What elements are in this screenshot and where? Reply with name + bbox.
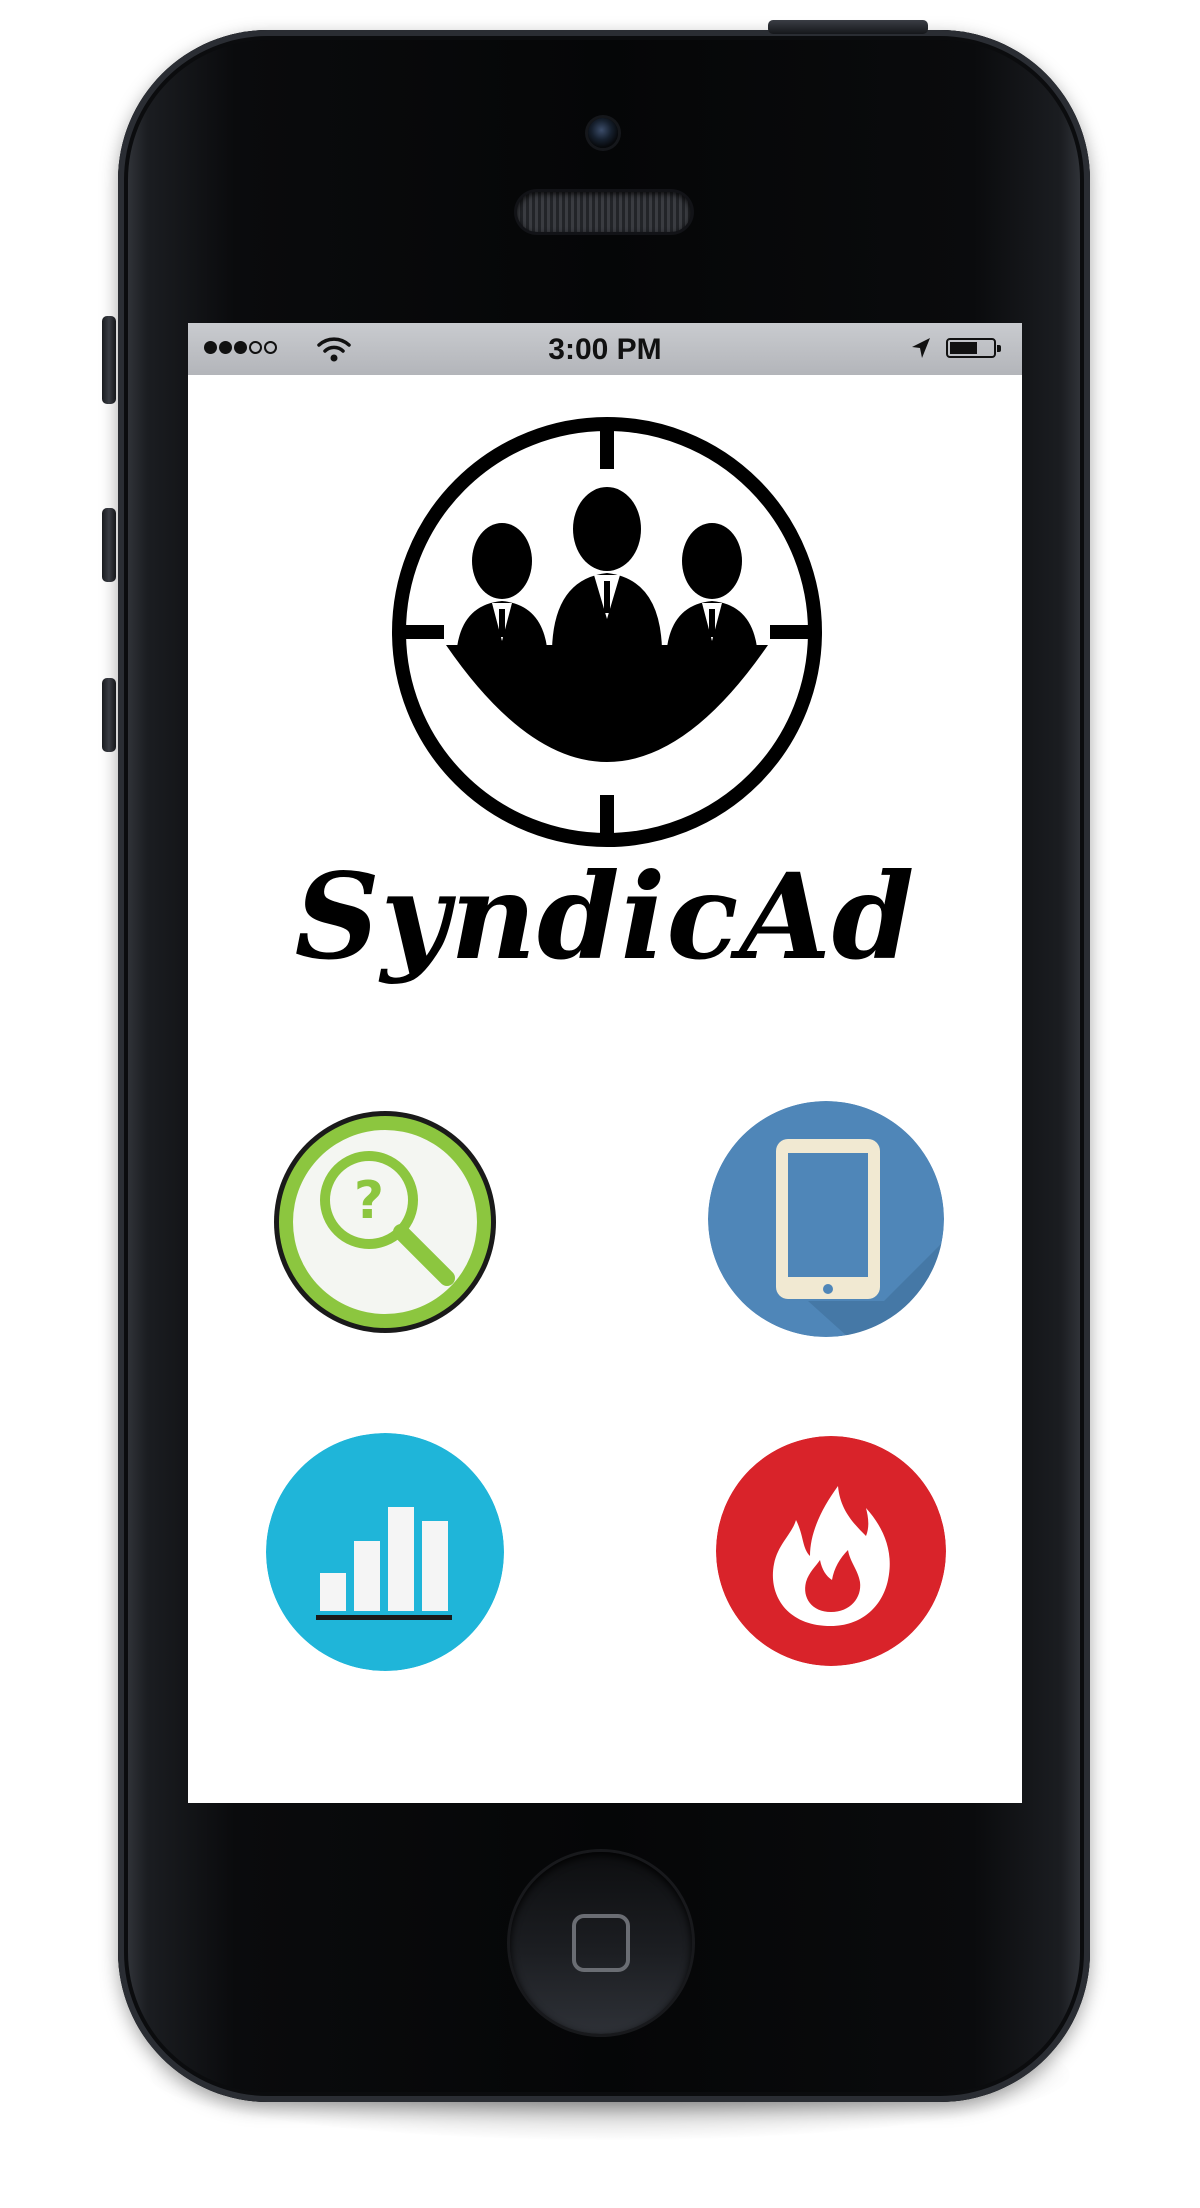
svg-text:?: ? bbox=[354, 1171, 384, 1231]
phone-screen: 3:00 PM SyndicAd ? bbox=[188, 323, 1022, 1803]
battery-icon bbox=[946, 338, 1001, 358]
status-time: 3:00 PM bbox=[548, 333, 662, 366]
app-name: SyndicAd bbox=[294, 847, 916, 986]
earpiece-speaker bbox=[517, 192, 691, 232]
syndicad-logo-icon bbox=[392, 417, 822, 847]
volume-up-button[interactable] bbox=[102, 508, 116, 582]
battery-level-fill bbox=[950, 342, 977, 354]
mute-switch[interactable] bbox=[102, 316, 116, 404]
front-camera bbox=[588, 118, 618, 148]
bar-chart-icon[interactable] bbox=[266, 1433, 504, 1671]
power-button[interactable] bbox=[768, 20, 928, 34]
fire-icon[interactable] bbox=[716, 1436, 946, 1666]
tablet-icon[interactable] bbox=[708, 1101, 944, 1337]
status-bar: 3:00 PM bbox=[188, 323, 1022, 375]
search-question-icon[interactable]: ? bbox=[271, 1108, 499, 1336]
location-arrow-icon bbox=[912, 338, 930, 358]
home-button[interactable] bbox=[510, 1852, 692, 2034]
volume-down-button[interactable] bbox=[102, 678, 116, 752]
home-square-icon bbox=[572, 1914, 630, 1972]
